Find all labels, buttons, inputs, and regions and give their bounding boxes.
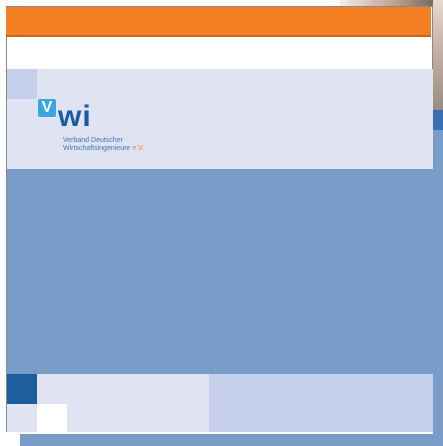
decor-square-top <box>7 69 37 99</box>
logo-subtitle-suffix: e.V. <box>132 145 145 152</box>
header-strip <box>7 37 431 69</box>
decor-square-dark <box>7 374 37 404</box>
right-blue-strip <box>433 110 443 446</box>
content-area <box>7 169 433 374</box>
logo-subtitle-line2-wrap: Wirtschaftsingenieure e.V. <box>63 145 144 153</box>
footer-block-mid <box>209 374 433 432</box>
logo-subtitle-line2: Wirtschaftsingenieure <box>63 145 131 152</box>
logo-v-mark: V <box>38 99 56 117</box>
bottom-strip <box>20 434 440 446</box>
logo-wordmark: wi <box>58 100 92 133</box>
decor-square-pale <box>7 404 37 432</box>
decor-square-white <box>37 404 67 432</box>
logo-subtitle: Verband Deutscher Wirtschaftsingenieure … <box>63 137 144 153</box>
title-bar[interactable] <box>6 7 431 37</box>
right-blue-accent <box>433 110 443 130</box>
logo-subtitle-line1: Verband Deutscher <box>63 137 123 144</box>
background-photo-right <box>433 0 443 110</box>
